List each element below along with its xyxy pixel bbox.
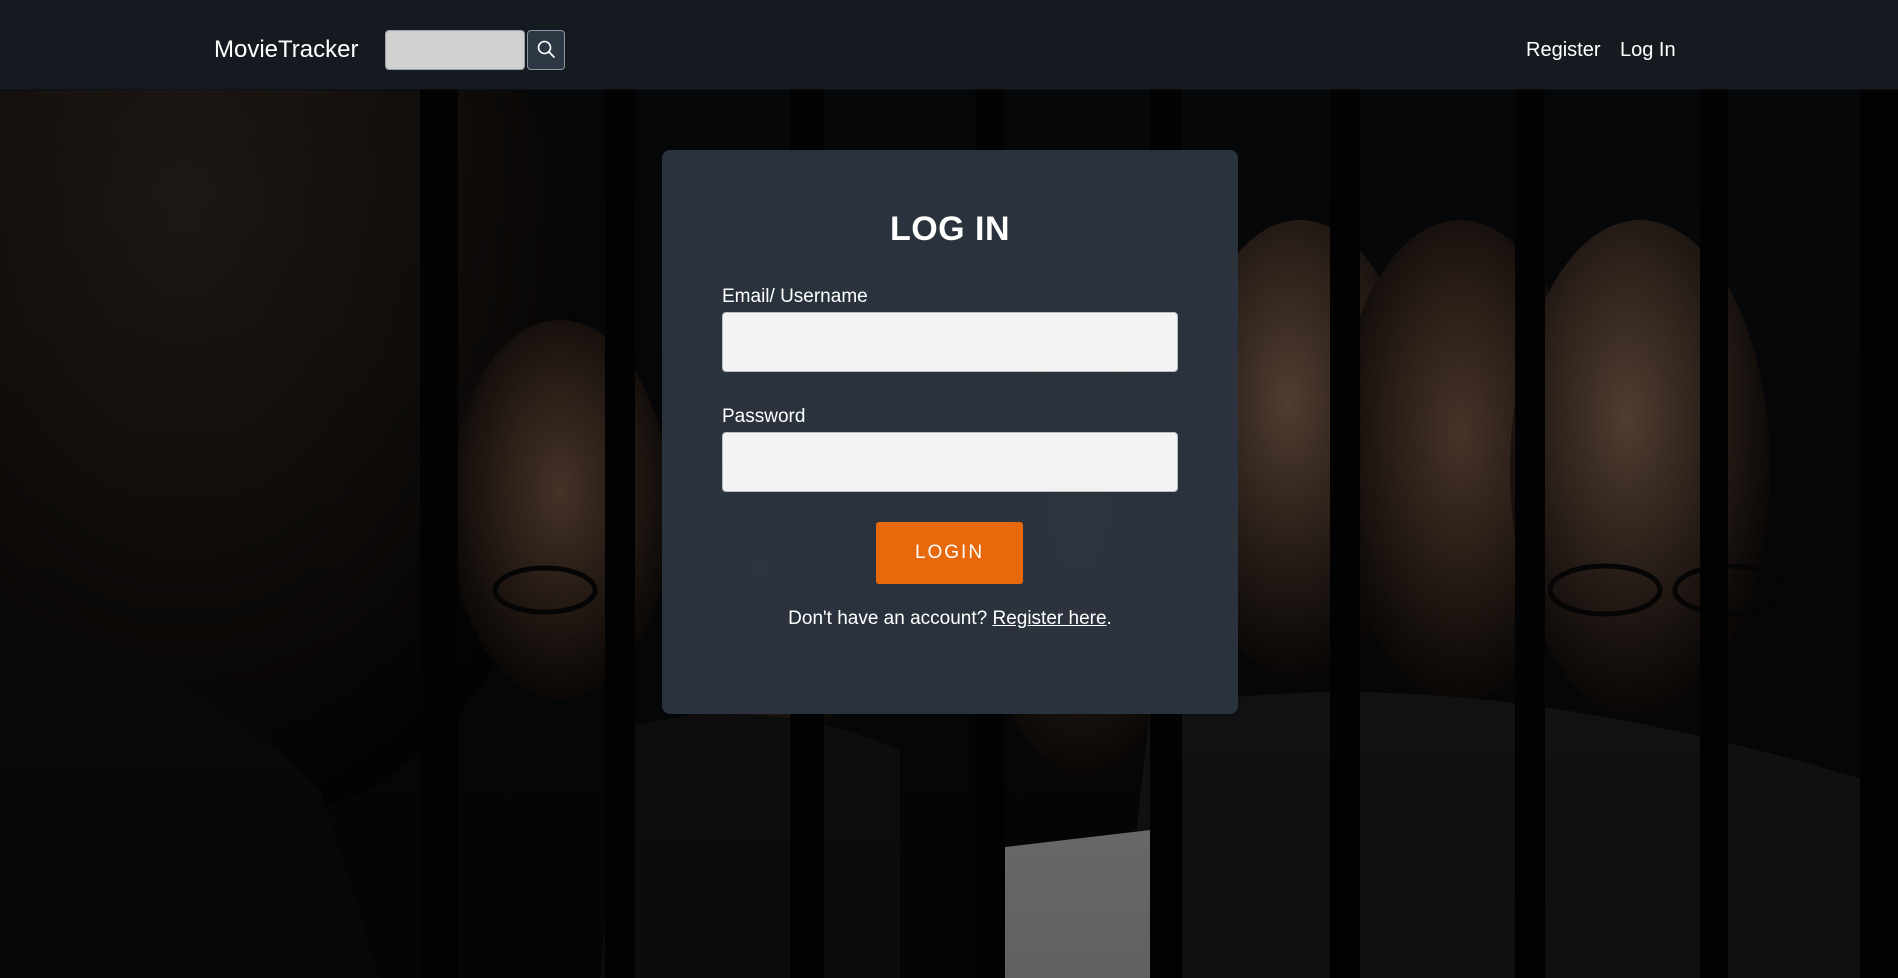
search-button[interactable]	[527, 30, 565, 70]
nav-register-link[interactable]: Register	[1526, 38, 1600, 62]
search-icon	[536, 39, 556, 62]
login-card: LOG IN Email/ Username Password LOGIN Do…	[662, 150, 1238, 714]
password-label: Password	[722, 406, 806, 427]
search-input[interactable]	[385, 30, 525, 70]
register-prompt-text: Don't have an account?	[788, 608, 988, 629]
email-username-label: Email/ Username	[722, 286, 868, 307]
register-here-link[interactable]: Register here	[992, 608, 1106, 629]
top-navbar: MovieTracker Register Log In	[0, 0, 1898, 90]
login-title: LOG IN	[889, 210, 1011, 248]
register-prompt-suffix: .	[1106, 608, 1112, 629]
login-submit-button[interactable]: LOGIN	[876, 522, 1023, 584]
nav-login-link[interactable]: Log In	[1620, 38, 1676, 62]
register-prompt: Don't have an account? Register here.	[662, 608, 1238, 630]
brand-logo-link[interactable]: MovieTracker	[214, 35, 358, 65]
password-field[interactable]	[722, 432, 1178, 492]
email-username-field[interactable]	[722, 312, 1178, 372]
